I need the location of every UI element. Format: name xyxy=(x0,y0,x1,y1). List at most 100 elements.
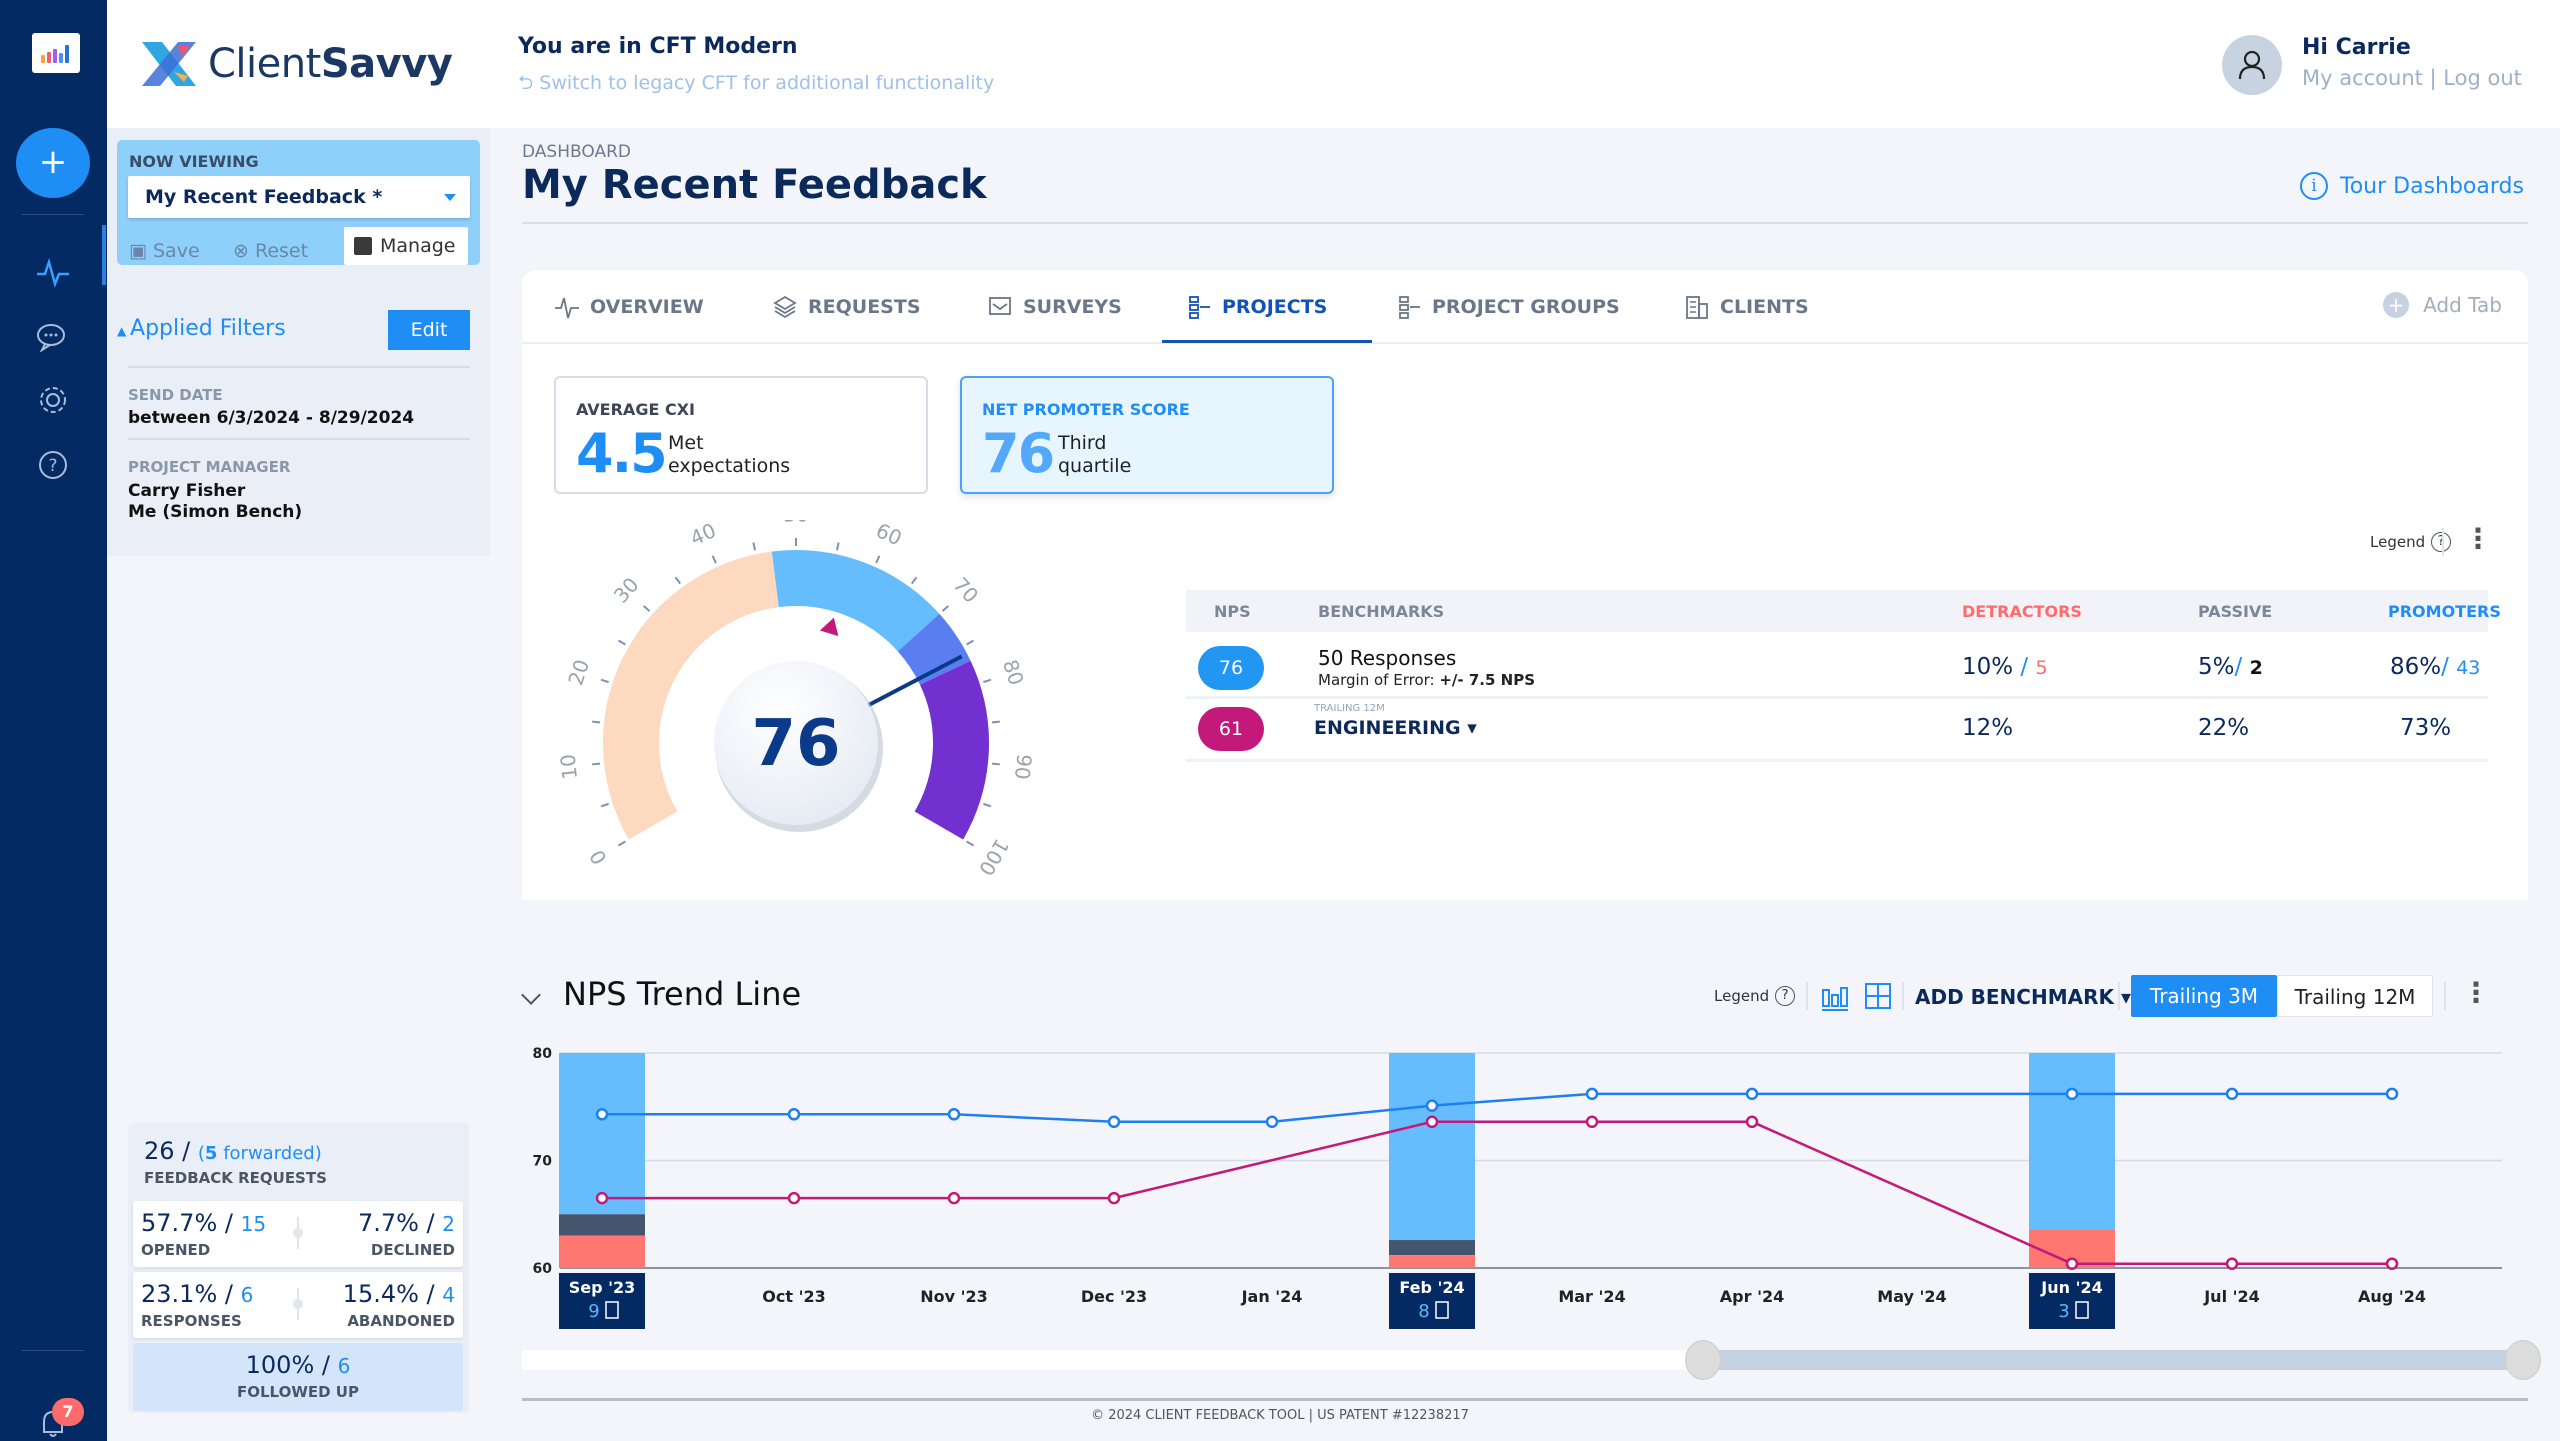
gauge-tick xyxy=(592,762,601,766)
applied-filters-toggle[interactable]: ▲ Applied Filters xyxy=(117,316,286,341)
kpi-average-cxi[interactable]: AVERAGE CXI 4.5 Met expectations xyxy=(554,376,928,494)
more-options-icon[interactable]: ⋮ xyxy=(2464,525,2492,553)
legend-button[interactable]: Legend? xyxy=(2370,532,2452,552)
tab-overview[interactable]: OVERVIEW xyxy=(554,294,704,320)
trend-legend-button[interactable]: Legend? xyxy=(1714,986,1796,1006)
divider xyxy=(293,1288,303,1320)
row-title: 50 Responses xyxy=(1318,646,1457,670)
manage-label: Manage xyxy=(380,235,456,257)
gauge-tick-label: 100 xyxy=(974,835,1014,880)
switch-legacy-link[interactable]: ⮌ Switch to legacy CFT for additional fu… xyxy=(518,69,994,101)
bar-passive xyxy=(1389,1240,1475,1256)
tab-requests[interactable]: REQUESTS xyxy=(772,294,921,320)
tour-dashboards-link[interactable]: i Tour Dashboards xyxy=(2300,172,2524,200)
gauge-tick xyxy=(966,639,975,646)
add-tab-button[interactable]: + Add Tab xyxy=(2383,292,2502,318)
divider xyxy=(2118,982,2120,1010)
gear-icon[interactable] xyxy=(33,380,73,420)
series-point xyxy=(2385,1087,2399,1101)
gauge-tick xyxy=(600,802,609,808)
y-tick-label: 80 xyxy=(533,1046,553,1062)
filter-label: PROJECT MANAGER xyxy=(128,458,291,476)
gauge-tick-label: 0 xyxy=(585,846,612,869)
gauge-tick xyxy=(600,678,609,684)
active-indicator xyxy=(102,225,106,285)
range-selection[interactable] xyxy=(1702,1350,2522,1370)
trailing-12m-button[interactable]: Trailing 12M xyxy=(2277,975,2433,1017)
gauge-tick xyxy=(910,576,918,585)
filter-label: SEND DATE xyxy=(128,386,223,404)
trend-more-options-icon[interactable]: ⋮ xyxy=(2462,979,2490,1007)
info-icon: i xyxy=(2300,172,2328,200)
save-label: Save xyxy=(153,240,200,262)
gauge-tick-label: 10 xyxy=(555,753,582,781)
new-item-button[interactable]: + xyxy=(16,128,90,198)
gauge-band xyxy=(914,660,989,840)
divider xyxy=(128,438,470,440)
switch-legacy-text[interactable]: Switch to legacy CFT for additional func… xyxy=(539,72,994,94)
tab-project-groups[interactable]: PROJECT GROUPS xyxy=(1396,294,1620,320)
filter-value: between 6/3/2024 - 8/29/2024 xyxy=(128,408,415,428)
series-point xyxy=(2065,1087,2079,1101)
save-button[interactable]: ▣ Save xyxy=(129,240,200,262)
chat-icon[interactable] xyxy=(33,318,73,358)
range-handle-right[interactable] xyxy=(2505,1340,2541,1380)
range-scrollbar[interactable] xyxy=(522,1340,2541,1380)
gauge-tick-label: 80 xyxy=(998,657,1029,689)
help-icon[interactable]: ? xyxy=(33,445,73,485)
sliders-icon xyxy=(354,237,372,255)
gauge-tick xyxy=(674,576,682,585)
pulse-icon xyxy=(555,297,579,319)
divider xyxy=(293,1217,303,1249)
gauge-tick-label: 40 xyxy=(687,520,720,550)
x-tick-label: Oct '23 xyxy=(762,1287,825,1306)
greeting: Hi Carrie xyxy=(2302,35,2411,60)
series-point xyxy=(1585,1087,1599,1101)
collapse-chevron-icon[interactable] xyxy=(521,985,541,1005)
tab-surveys[interactable]: SURVEYS xyxy=(987,294,1122,320)
account-links[interactable]: My account | Log out xyxy=(2302,66,2522,90)
tab-projects[interactable]: PROJECTS xyxy=(1186,294,1327,320)
nps-table: NPS BENCHMARKS DETRACTORS PASSIVE PROMOT… xyxy=(1186,590,2501,762)
top-bar xyxy=(107,0,2560,128)
add-benchmark-dropdown[interactable]: ADD BENCHMARK ▾ xyxy=(1915,985,2131,1009)
avatar[interactable] xyxy=(2222,35,2282,95)
tab-clients[interactable]: CLIENTS xyxy=(1684,294,1809,320)
y-tick-label: 60 xyxy=(533,1261,553,1277)
breadcrumb[interactable]: DASHBOARD xyxy=(522,142,631,162)
gauge-tick xyxy=(617,840,626,847)
range-handle-left[interactable] xyxy=(1685,1340,1721,1380)
table-row: 61 TRAILING 12M ENGINEERING ▾ 12% 22% 73… xyxy=(1186,699,2488,762)
expand-icon[interactable] xyxy=(1864,982,1892,1010)
kpi-value: 4.5 xyxy=(576,422,668,485)
kpi-net-promoter-score[interactable]: NET PROMOTER SCORE 76 Third quartile xyxy=(960,376,1334,494)
bar-promoters xyxy=(2029,1053,2115,1230)
gauge-tick xyxy=(752,542,757,551)
requests-caption: FEEDBACK REQUESTS xyxy=(144,1169,327,1187)
reset-button[interactable]: ⊗ Reset xyxy=(233,240,308,262)
series-point xyxy=(2065,1257,2079,1270)
x-tick-label: Sep '23 xyxy=(569,1278,636,1297)
x-tick-label: Dec '23 xyxy=(1081,1287,1147,1306)
brand-logo[interactable]: ClientSavvy xyxy=(138,36,453,91)
activity-icon[interactable] xyxy=(33,252,73,292)
benchmark-select[interactable]: ENGINEERING ▾ xyxy=(1314,717,1477,739)
svg-text:?: ? xyxy=(48,456,57,476)
trailing-3m-button[interactable]: Trailing 3M xyxy=(2131,975,2277,1017)
app-logo-icon[interactable] xyxy=(32,33,80,73)
layers-icon xyxy=(773,295,797,319)
view-select[interactable]: My Recent Feedback * xyxy=(128,176,470,218)
edit-filters-button[interactable]: Edit xyxy=(388,310,470,350)
gauge-tick xyxy=(592,720,601,724)
response-count-label: 3 xyxy=(2058,1301,2069,1322)
manage-button[interactable]: Manage xyxy=(344,227,468,265)
nav-rail: + ? 7 xyxy=(0,0,107,1441)
applied-filters-label: Applied Filters xyxy=(130,316,286,341)
projects-icon xyxy=(1189,296,1210,319)
x-tick-label: Mar '24 xyxy=(1558,1287,1625,1306)
forwarded-count: 5 xyxy=(204,1143,218,1164)
gauge-tick-label: 90 xyxy=(1010,753,1037,781)
bar-chart-icon[interactable] xyxy=(1820,982,1850,1012)
series-line xyxy=(602,1120,2392,1265)
gauge-tick-label: 60 xyxy=(872,520,905,550)
